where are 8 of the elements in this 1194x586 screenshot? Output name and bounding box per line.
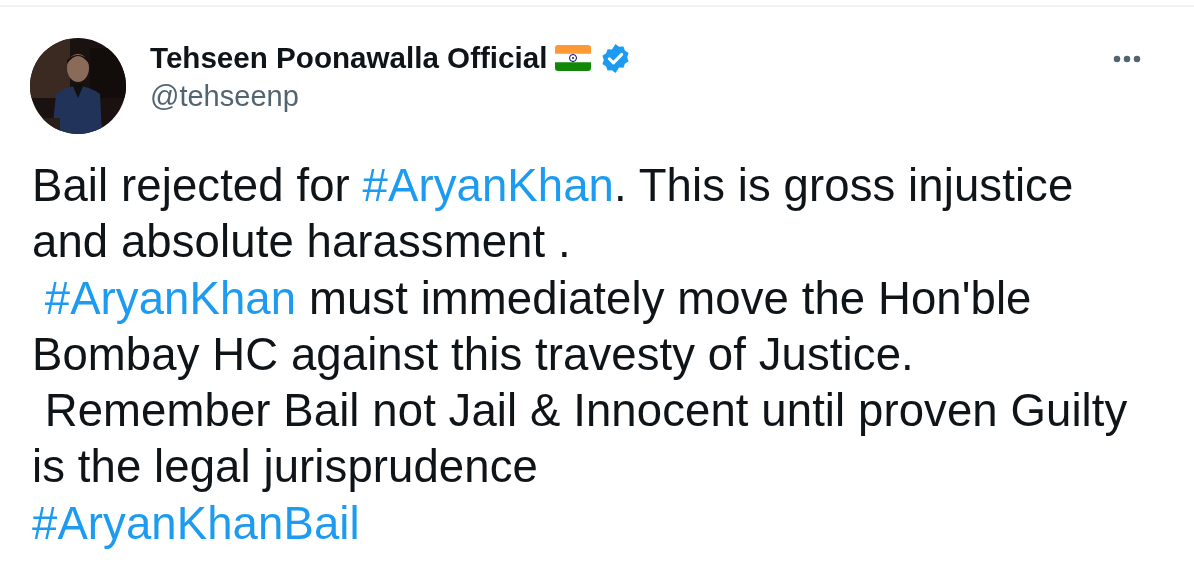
author-handle[interactable]: @tehseenp <box>150 79 633 113</box>
hashtag-link[interactable]: #AryanKhan <box>44 272 297 324</box>
india-flag-icon <box>555 45 592 71</box>
hashtag-link[interactable]: #AryanKhanBail <box>32 497 360 549</box>
author-name[interactable]: Tehseen Poonawalla Official <box>150 41 548 75</box>
hashtag-link[interactable]: #AryanKhan <box>362 160 614 211</box>
more-options-icon[interactable] <box>1112 54 1142 64</box>
tweet-text: Bail rejected for #AryanKhan. This is gross injustice and absolute harassment . #AryanKhan must immediately move the Hon'ble Bombay HC against this travesty of Justice. Remember Bail not Jail & Innocent until proven Guilty is the legal jurisprudence #AryanKhanBail <box>32 159 1129 551</box>
